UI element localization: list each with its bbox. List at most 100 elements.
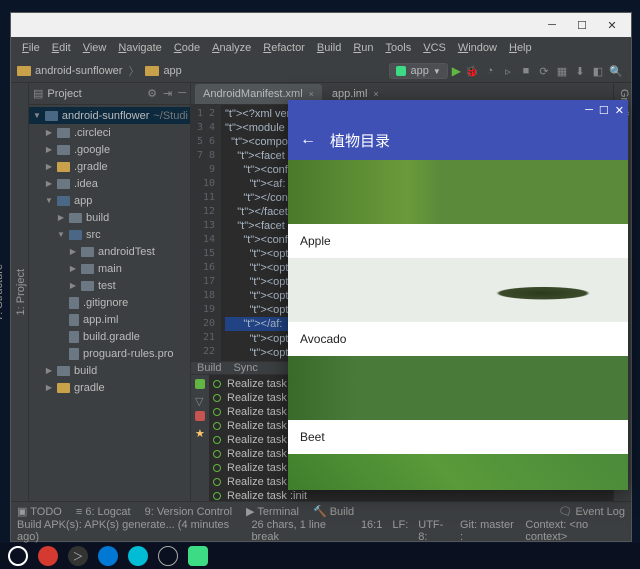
hide-icon[interactable]: ─ bbox=[178, 87, 186, 100]
tree-node[interactable]: ▶.google bbox=[29, 141, 190, 158]
breadcrumb-label: android-sunflower bbox=[35, 65, 122, 77]
folder-icon bbox=[17, 66, 31, 76]
tree-node[interactable]: ▶build bbox=[29, 209, 190, 226]
collapse-icon[interactable]: ⇥ bbox=[163, 87, 172, 100]
search-icon[interactable]: 🔍 bbox=[609, 64, 623, 78]
tree-node[interactable]: .gitignore bbox=[29, 294, 190, 311]
attach-button[interactable]: ▹ bbox=[501, 64, 515, 78]
tree-node[interactable]: ▶build bbox=[29, 362, 190, 379]
tool-window-bar: ▣ TODO ≡ 6: Logcat 9: Version Control ▶ … bbox=[11, 501, 631, 521]
menu-file[interactable]: File bbox=[17, 40, 45, 56]
menu-view[interactable]: View bbox=[78, 40, 112, 56]
window-titlebar: ─ ☐ ✕ bbox=[11, 13, 631, 37]
menu-navigate[interactable]: Navigate bbox=[113, 40, 166, 56]
start-button[interactable] bbox=[8, 546, 28, 566]
project-tree[interactable]: ▼android-sunflower ~/Studi▶.circleci▶.go… bbox=[29, 105, 190, 501]
tree-node[interactable]: proguard-rules.pro bbox=[29, 345, 190, 362]
structure-button[interactable]: ◧ bbox=[591, 64, 605, 78]
emulator-minimize[interactable]: ─ bbox=[585, 104, 593, 116]
menu-refactor[interactable]: Refactor bbox=[258, 40, 310, 56]
tree-node[interactable]: ▶test bbox=[29, 277, 190, 294]
build-tab[interactable]: 🔨 Build bbox=[313, 505, 354, 518]
plant-card[interactable]: Avocado bbox=[288, 258, 628, 356]
git-branch[interactable]: Git: master : bbox=[460, 519, 515, 543]
plant-image bbox=[288, 258, 628, 322]
tab-sync[interactable]: Sync bbox=[233, 362, 257, 374]
menu-code[interactable]: Code bbox=[169, 40, 205, 56]
plant-image bbox=[288, 454, 628, 490]
menu-run[interactable]: Run bbox=[348, 40, 378, 56]
context[interactable]: Context: <no context> bbox=[525, 519, 625, 543]
terminal-app[interactable]: ＞ bbox=[68, 546, 88, 566]
project-panel-header: ▤ Project ⚙ ⇥ ─ bbox=[29, 83, 190, 105]
close-button[interactable]: ✕ bbox=[597, 15, 627, 35]
terminal-tab[interactable]: ▶ Terminal bbox=[246, 505, 299, 518]
todo-tab[interactable]: ▣ TODO bbox=[17, 505, 62, 518]
emulator-maximize[interactable]: ☐ bbox=[599, 104, 609, 117]
minimize-button[interactable]: ─ bbox=[537, 15, 567, 35]
breadcrumb[interactable]: android-sunflower bbox=[17, 65, 122, 77]
plant-image bbox=[288, 356, 628, 420]
project-panel: ▤ Project ⚙ ⇥ ─ ▼android-sunflower ~/Stu… bbox=[29, 83, 191, 501]
sidebar-tab[interactable]: 7: Structure bbox=[0, 260, 6, 325]
maximize-button[interactable]: ☐ bbox=[567, 15, 597, 35]
cursor-position: 16:1 bbox=[361, 519, 382, 543]
file-encoding[interactable]: UTF-8: bbox=[418, 519, 450, 543]
tree-node[interactable]: ▼src bbox=[29, 226, 190, 243]
line-separator[interactable]: LF: bbox=[392, 519, 408, 543]
vscode-app[interactable] bbox=[98, 546, 118, 566]
plant-image bbox=[288, 160, 628, 224]
tree-node[interactable]: app.iml bbox=[29, 311, 190, 328]
run-config-selector[interactable]: app ▼ bbox=[389, 63, 447, 79]
sync-button[interactable]: ⟳ bbox=[537, 64, 551, 78]
menu-window[interactable]: Window bbox=[453, 40, 502, 56]
menubar: FileEditViewNavigateCodeAnalyzeRefactorB… bbox=[11, 37, 631, 59]
plant-card[interactable]: Beet bbox=[288, 356, 628, 454]
sidebar-tab[interactable]: 1: Project bbox=[14, 265, 28, 319]
debug-button[interactable]: 🐞 bbox=[465, 64, 479, 78]
android-studio-app[interactable] bbox=[188, 546, 208, 566]
tree-node[interactable]: ▶androidTest bbox=[29, 243, 190, 260]
menu-build[interactable]: Build bbox=[312, 40, 346, 56]
plant-name: Apple bbox=[288, 224, 628, 258]
tree-node[interactable]: ▶.circleci bbox=[29, 124, 190, 141]
menu-tools[interactable]: Tools bbox=[381, 40, 417, 56]
menu-help[interactable]: Help bbox=[504, 40, 537, 56]
menu-analyze[interactable]: Analyze bbox=[207, 40, 256, 56]
stop-button[interactable]: ■ bbox=[519, 64, 533, 78]
logcat-tab[interactable]: ≡ 6: Logcat bbox=[76, 506, 131, 518]
app-bar: ← 植物目录 bbox=[288, 120, 628, 160]
tree-node[interactable]: ▶main bbox=[29, 260, 190, 277]
avd-button[interactable]: ▦ bbox=[555, 64, 569, 78]
plant-list[interactable]: AppleAvocadoBeet bbox=[288, 160, 628, 490]
run-button[interactable]: ▶ bbox=[452, 64, 461, 78]
menu-vcs[interactable]: VCS bbox=[418, 40, 451, 56]
taskbar-app[interactable] bbox=[38, 546, 58, 566]
plant-card[interactable]: Apple bbox=[288, 160, 628, 258]
tree-node[interactable]: ▶.gradle bbox=[29, 158, 190, 175]
star-icon[interactable]: ★ bbox=[195, 427, 205, 437]
plant-card[interactable] bbox=[288, 454, 628, 490]
back-button[interactable]: ← bbox=[300, 131, 316, 149]
app-icon[interactable] bbox=[128, 546, 148, 566]
event-log-tab[interactable]: 🗨 Event Log bbox=[558, 505, 625, 518]
breadcrumb[interactable]: app bbox=[145, 65, 181, 77]
clock-app[interactable] bbox=[158, 546, 178, 566]
folder-icon bbox=[145, 66, 159, 76]
filter-icon[interactable]: ▽ bbox=[195, 395, 205, 405]
tab-build[interactable]: Build bbox=[197, 362, 221, 374]
navigation-bar: android-sunflower 〉 app app ▼ ▶ 🐞 ◔ ▹ ■ … bbox=[11, 59, 631, 83]
project-settings-icon[interactable]: ⚙ bbox=[147, 87, 157, 100]
profile-button[interactable]: ◔ bbox=[483, 64, 497, 78]
emulator-close[interactable]: ✕ bbox=[615, 104, 624, 117]
tree-node[interactable]: ▶gradle bbox=[29, 379, 190, 396]
vcs-tab[interactable]: 9: Version Control bbox=[145, 506, 232, 518]
sdk-button[interactable]: ⬇ bbox=[573, 64, 587, 78]
tree-node[interactable]: build.gradle bbox=[29, 328, 190, 345]
breadcrumb-label: app bbox=[163, 65, 181, 77]
tree-node[interactable]: ▶.idea bbox=[29, 175, 190, 192]
menu-edit[interactable]: Edit bbox=[47, 40, 76, 56]
tree-node[interactable]: ▼android-sunflower ~/Studi bbox=[29, 107, 190, 124]
error-icon bbox=[195, 411, 205, 421]
tree-node[interactable]: ▼app bbox=[29, 192, 190, 209]
